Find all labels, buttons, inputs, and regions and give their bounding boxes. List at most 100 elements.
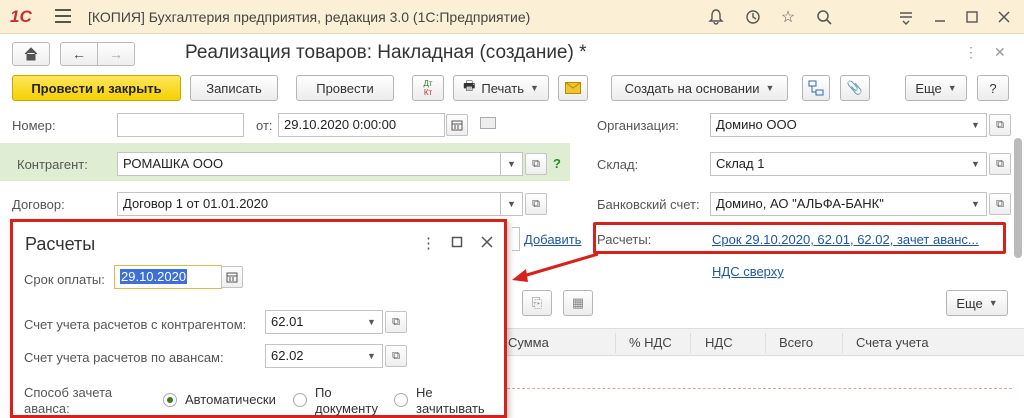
number-label: Номер: <box>12 118 56 133</box>
counterparty-help[interactable]: ? <box>553 156 561 171</box>
help-button[interactable]: ? <box>977 75 1009 101</box>
star-icon[interactable]: ☆ <box>776 5 800 29</box>
more-vertical-icon[interactable]: ⋮ <box>421 234 436 252</box>
column-accounts[interactable]: Счета учета <box>856 335 929 350</box>
warehouse-dropdown[interactable]: ▼ <box>965 152 987 176</box>
radio-no-offset[interactable] <box>394 393 408 407</box>
contract-open-button[interactable]: ⧉ <box>525 193 547 215</box>
open-icon: ⧉ <box>996 157 1004 170</box>
paste-row-button[interactable]: ▦ <box>563 290 593 316</box>
more-label: Еще <box>915 80 942 96</box>
comment-icon[interactable] <box>480 117 496 129</box>
structure-button[interactable] <box>802 75 830 101</box>
attach-button[interactable]: 📎 <box>840 75 870 101</box>
calendar-button[interactable] <box>221 266 243 288</box>
vat-link[interactable]: НДС сверху <box>712 264 784 279</box>
maximize-icon[interactable] <box>451 235 463 252</box>
dtkt-icon: Дт <box>423 79 433 88</box>
advance-account-field[interactable]: 62.02 <box>265 344 362 368</box>
form-close-icon[interactable]: ✕ <box>994 44 1006 61</box>
maximize-icon[interactable] <box>960 5 984 29</box>
counterparty-open-button[interactable]: ⧉ <box>525 153 547 175</box>
minimize-icon[interactable] <box>928 5 952 29</box>
chevron-down-icon: ▼ <box>529 83 539 93</box>
organization-dropdown[interactable]: ▼ <box>965 113 987 137</box>
radio-by-document-label-2[interactable]: документу <box>315 401 378 416</box>
warehouse-field[interactable]: Склад 1 <box>710 152 966 176</box>
more-vertical-icon[interactable]: ⋮ <box>964 44 978 61</box>
more-button[interactable]: Еще ▼ <box>905 75 967 101</box>
settings-icon[interactable] <box>894 5 918 29</box>
chevron-down-icon: ▼ <box>507 159 516 169</box>
column-sum[interactable]: Сумма <box>508 335 549 350</box>
organization-label: Организация: <box>597 118 680 133</box>
date-from-label: от: <box>256 118 273 133</box>
create-based-on-button[interactable]: Создать на основании ▼ <box>611 75 788 101</box>
post-and-close-button[interactable]: Провести и закрыть <box>12 75 181 101</box>
column-vat[interactable]: НДС <box>705 335 733 350</box>
add-link[interactable]: Добавить <box>524 232 581 247</box>
chevron-down-icon: ▼ <box>988 298 998 308</box>
close-icon[interactable] <box>481 235 493 252</box>
scrollbar-thumb[interactable] <box>1014 138 1022 258</box>
forward-button[interactable]: → <box>97 42 135 66</box>
table-more-label: Еще <box>956 295 983 311</box>
email-button[interactable] <box>558 75 588 101</box>
scrollbar[interactable] <box>1014 120 1022 410</box>
radio-auto-label[interactable]: Автоматически <box>185 392 276 407</box>
open-icon: ⧉ <box>392 349 400 362</box>
radio-no-offset-label-1[interactable]: Не <box>416 385 433 400</box>
dtkt-button[interactable]: Дт Кт <box>412 75 444 101</box>
print-button[interactable]: 🖶 Печать ▼ <box>453 75 549 101</box>
chevron-down-icon: ▼ <box>971 159 980 169</box>
chevron-down-icon: ▼ <box>367 317 376 327</box>
counterparty-account-open-button[interactable]: ⧉ <box>385 311 407 333</box>
radio-no-offset-label-2[interactable]: зачитывать <box>416 401 485 416</box>
settlements-link[interactable]: Срок 29.10.2020, 62.01, 62.02, зачет ава… <box>712 232 979 247</box>
column-total[interactable]: Всего <box>779 335 813 350</box>
menu-icon[interactable] <box>55 9 71 23</box>
advance-account-label: Счет учета расчетов по авансам: <box>24 350 224 365</box>
column-vat-rate[interactable]: % НДС <box>629 335 672 350</box>
home-button[interactable] <box>12 42 50 66</box>
counterparty-account-field[interactable]: 62.01 <box>265 310 362 334</box>
history-icon[interactable] <box>741 5 765 29</box>
contract-dropdown[interactable]: ▼ <box>501 192 523 216</box>
organization-field[interactable]: Домино ООО <box>710 113 966 137</box>
contract-field[interactable]: Договор 1 от 01.01.2020 <box>117 192 501 216</box>
post-button[interactable]: Провести <box>296 75 394 101</box>
search-icon[interactable] <box>812 5 836 29</box>
counterparty-field[interactable]: РОМАШКА ООО <box>117 152 501 176</box>
radio-by-document-label-1[interactable]: По <box>315 385 332 400</box>
counterparty-account-label: Счет учета расчетов с контрагентом: <box>24 317 247 332</box>
warehouse-open-button[interactable]: ⧉ <box>989 153 1011 175</box>
bell-icon[interactable] <box>704 5 728 29</box>
save-button[interactable]: Записать <box>190 75 278 101</box>
counterparty-dropdown[interactable]: ▼ <box>501 152 523 176</box>
copy-row-button[interactable]: ⎘ <box>522 290 552 316</box>
date-field[interactable]: 29.10.2020 0:00:00 <box>278 113 445 137</box>
envelope-icon <box>565 82 581 94</box>
bank-account-dropdown[interactable]: ▼ <box>965 192 987 216</box>
chevron-down-icon: ▼ <box>971 199 980 209</box>
bank-account-open-button[interactable]: ⧉ <box>989 193 1011 215</box>
advance-account-open-button[interactable]: ⧉ <box>385 345 407 367</box>
radio-by-document[interactable] <box>293 393 307 407</box>
radio-auto[interactable] <box>163 393 177 407</box>
paperclip-icon: 📎 <box>846 80 864 95</box>
chevron-down-icon: ▼ <box>947 83 957 93</box>
number-field[interactable] <box>117 113 244 137</box>
chevron-down-icon: ▼ <box>765 83 775 93</box>
open-icon: ⧉ <box>996 118 1004 131</box>
back-button[interactable]: ← <box>60 42 98 66</box>
organization-open-button[interactable]: ⧉ <box>989 114 1011 136</box>
due-date-field[interactable]: 29.10.2020 <box>114 265 222 289</box>
counterparty-account-dropdown[interactable]: ▼ <box>361 310 383 334</box>
close-icon[interactable] <box>992 5 1016 29</box>
advance-account-dropdown[interactable]: ▼ <box>361 344 383 368</box>
bank-account-field[interactable]: Домино, АО "АЛЬФА-БАНК" <box>710 192 966 216</box>
table-more-button[interactable]: Еще ▼ <box>946 290 1008 316</box>
open-icon: ⧉ <box>532 197 540 210</box>
table-row-divider <box>507 388 1012 389</box>
calendar-button[interactable] <box>446 114 468 136</box>
